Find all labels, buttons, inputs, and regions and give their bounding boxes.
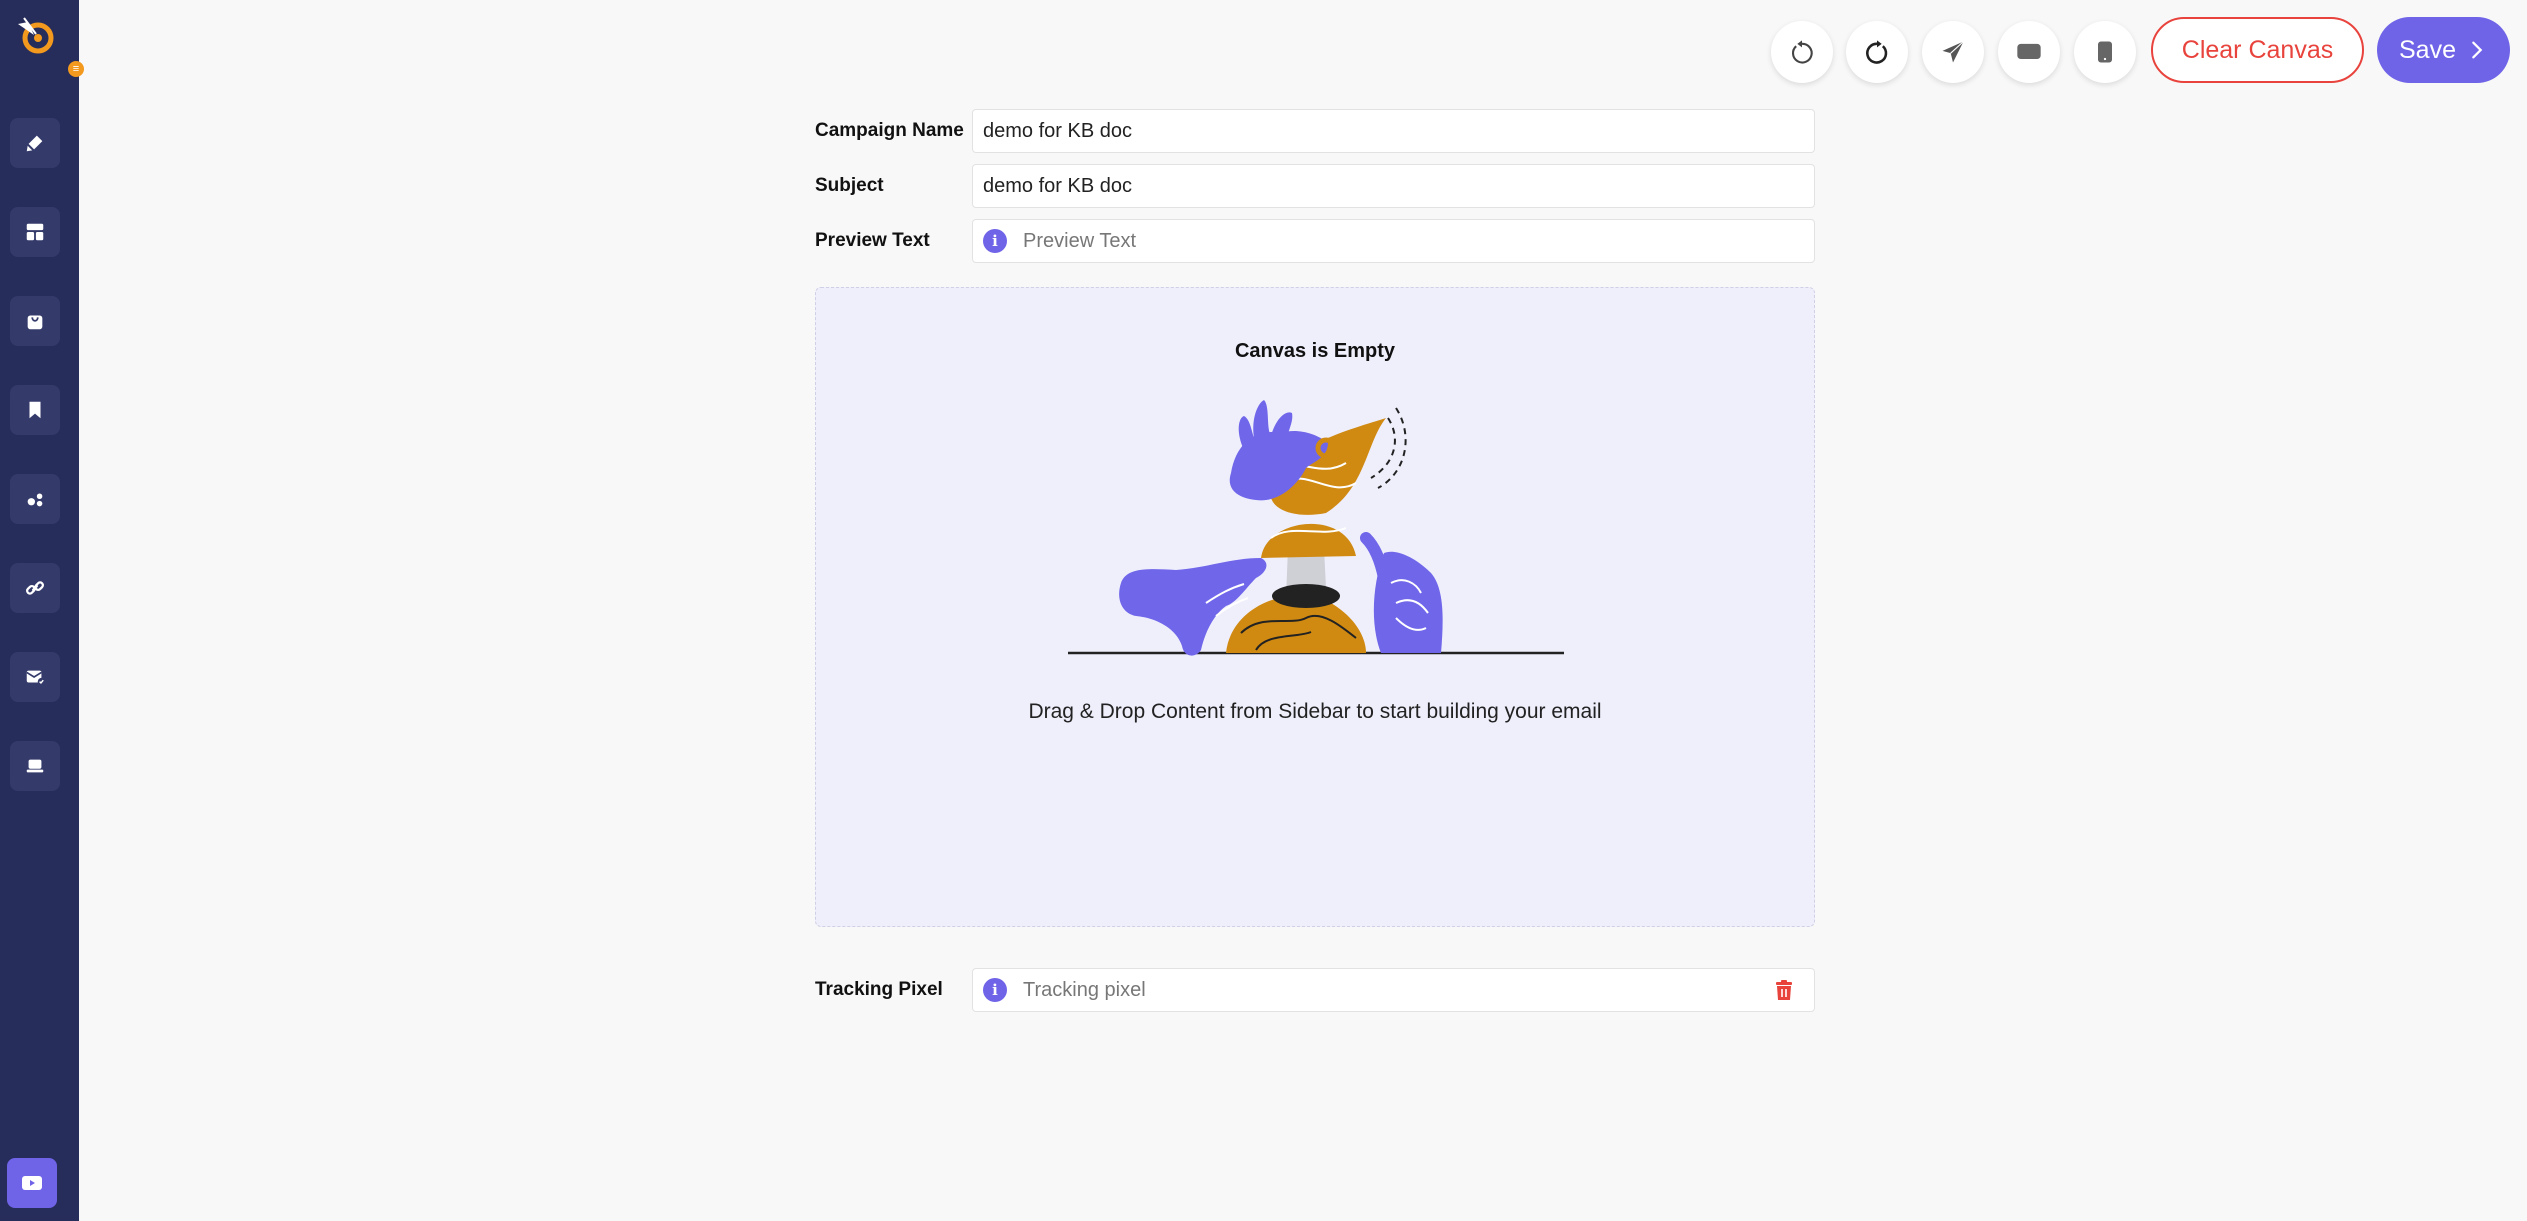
desktop-view-button[interactable] (1998, 21, 2060, 83)
send-icon (1942, 41, 1964, 63)
undo-button[interactable] (1771, 21, 1833, 83)
send-test-button[interactable] (1922, 21, 1984, 83)
layout-icon (26, 223, 44, 241)
link-icon (26, 581, 44, 595)
tracking-pixel-label: Tracking Pixel (815, 979, 943, 1000)
empty-canvas-illustration (1068, 400, 1564, 656)
sidebar-item-saved[interactable] (10, 385, 60, 435)
sidebar-item-layout[interactable] (10, 207, 60, 257)
sidebar-item-links[interactable] (10, 563, 60, 613)
sidebar-item-elements[interactable] (10, 474, 60, 524)
trash-icon[interactable] (1772, 978, 1796, 1002)
sidebar-item-design[interactable] (10, 118, 60, 168)
footer-icon (26, 759, 44, 773)
sidebar: ≡ (0, 0, 84, 1221)
sidebar-item-footer[interactable] (10, 741, 60, 791)
clear-canvas-button[interactable]: Clear Canvas (2151, 17, 2364, 83)
subject-input[interactable]: demo for KB doc (972, 164, 1815, 208)
preview-text-label: Preview Text (815, 230, 930, 251)
info-icon[interactable]: i (983, 229, 1007, 253)
menu-badge[interactable]: ≡ (68, 61, 84, 77)
video-tutorial-button[interactable] (7, 1158, 57, 1208)
subject-label: Subject (815, 175, 884, 196)
redo-icon (1866, 40, 1888, 64)
email-check-icon (26, 670, 46, 686)
campaign-name-input[interactable]: demo for KB doc (972, 109, 1815, 153)
blocks-icon (27, 493, 43, 507)
mobile-view-button[interactable] (2074, 21, 2136, 83)
canvas-empty-hint: Drag & Drop Content from Sidebar to star… (1028, 700, 1602, 723)
campaign-name-value: demo for KB doc (983, 119, 1132, 142)
email-canvas-dropzone[interactable]: Canvas is Empty Drag & Drop Content from… (815, 287, 1815, 927)
desktop-icon (2017, 43, 2041, 59)
info-icon[interactable]: i (983, 978, 1007, 1002)
preview-text-placeholder: Preview Text (1023, 229, 1137, 252)
campaign-name-label: Campaign Name (815, 120, 964, 141)
tracking-pixel-input[interactable]: i Tracking pixel (972, 968, 1815, 1012)
save-button[interactable]: Save (2377, 17, 2510, 83)
bag-icon (27, 315, 43, 330)
preview-text-input[interactable]: i Preview Text (972, 219, 1815, 263)
bookmark-icon (29, 401, 41, 419)
redo-button[interactable] (1846, 21, 1908, 83)
chevron-right-icon (2472, 41, 2483, 59)
sidebar-item-email[interactable] (10, 652, 60, 702)
undo-icon (1791, 40, 1813, 64)
video-play-icon (22, 1176, 42, 1190)
brush-icon (26, 135, 43, 152)
app-logo[interactable] (14, 14, 60, 60)
save-button-label: Save (2399, 35, 2456, 64)
mobile-icon (2098, 41, 2112, 63)
tracking-pixel-placeholder: Tracking pixel (1023, 978, 1146, 1001)
subject-value: demo for KB doc (983, 174, 1132, 197)
sidebar-item-products[interactable] (10, 296, 60, 346)
canvas-empty-title: Canvas is Empty (1234, 340, 1396, 362)
